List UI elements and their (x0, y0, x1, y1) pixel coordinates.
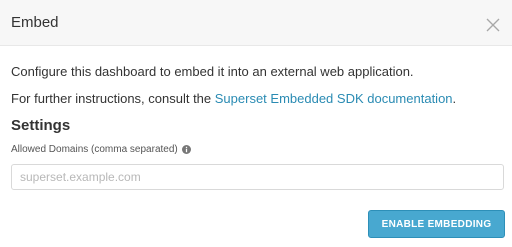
sdk-documentation-link[interactable]: Superset Embedded SDK documentation (215, 91, 453, 106)
instructions-suffix: . (452, 91, 457, 106)
info-icon[interactable] (181, 145, 191, 154)
settings-heading: Settings (11, 117, 71, 134)
modal-footer: ENABLE EMBEDDING (368, 210, 505, 238)
enable-embedding-button[interactable]: ENABLE EMBEDDING (368, 210, 505, 238)
instructions-prefix: For further instructions, consult the (11, 91, 215, 106)
allowed-domains-label: Allowed Domains (comma separated) (11, 144, 178, 155)
allowed-domains-input[interactable] (11, 164, 504, 190)
modal-title: Embed (11, 14, 59, 31)
close-icon (486, 18, 500, 31)
modal-body: Configure this dashboard to embed it int… (0, 46, 512, 190)
embed-description: Configure this dashboard to embed it int… (11, 64, 414, 79)
embed-instructions: For further instructions, consult the Su… (11, 80, 501, 107)
embed-modal: Embed Configure this dashboard to embed … (0, 0, 512, 247)
modal-header: Embed (0, 0, 512, 46)
allowed-domains-label-row: Allowed Domains (comma separated) (11, 135, 501, 156)
close-button[interactable] (484, 16, 502, 34)
